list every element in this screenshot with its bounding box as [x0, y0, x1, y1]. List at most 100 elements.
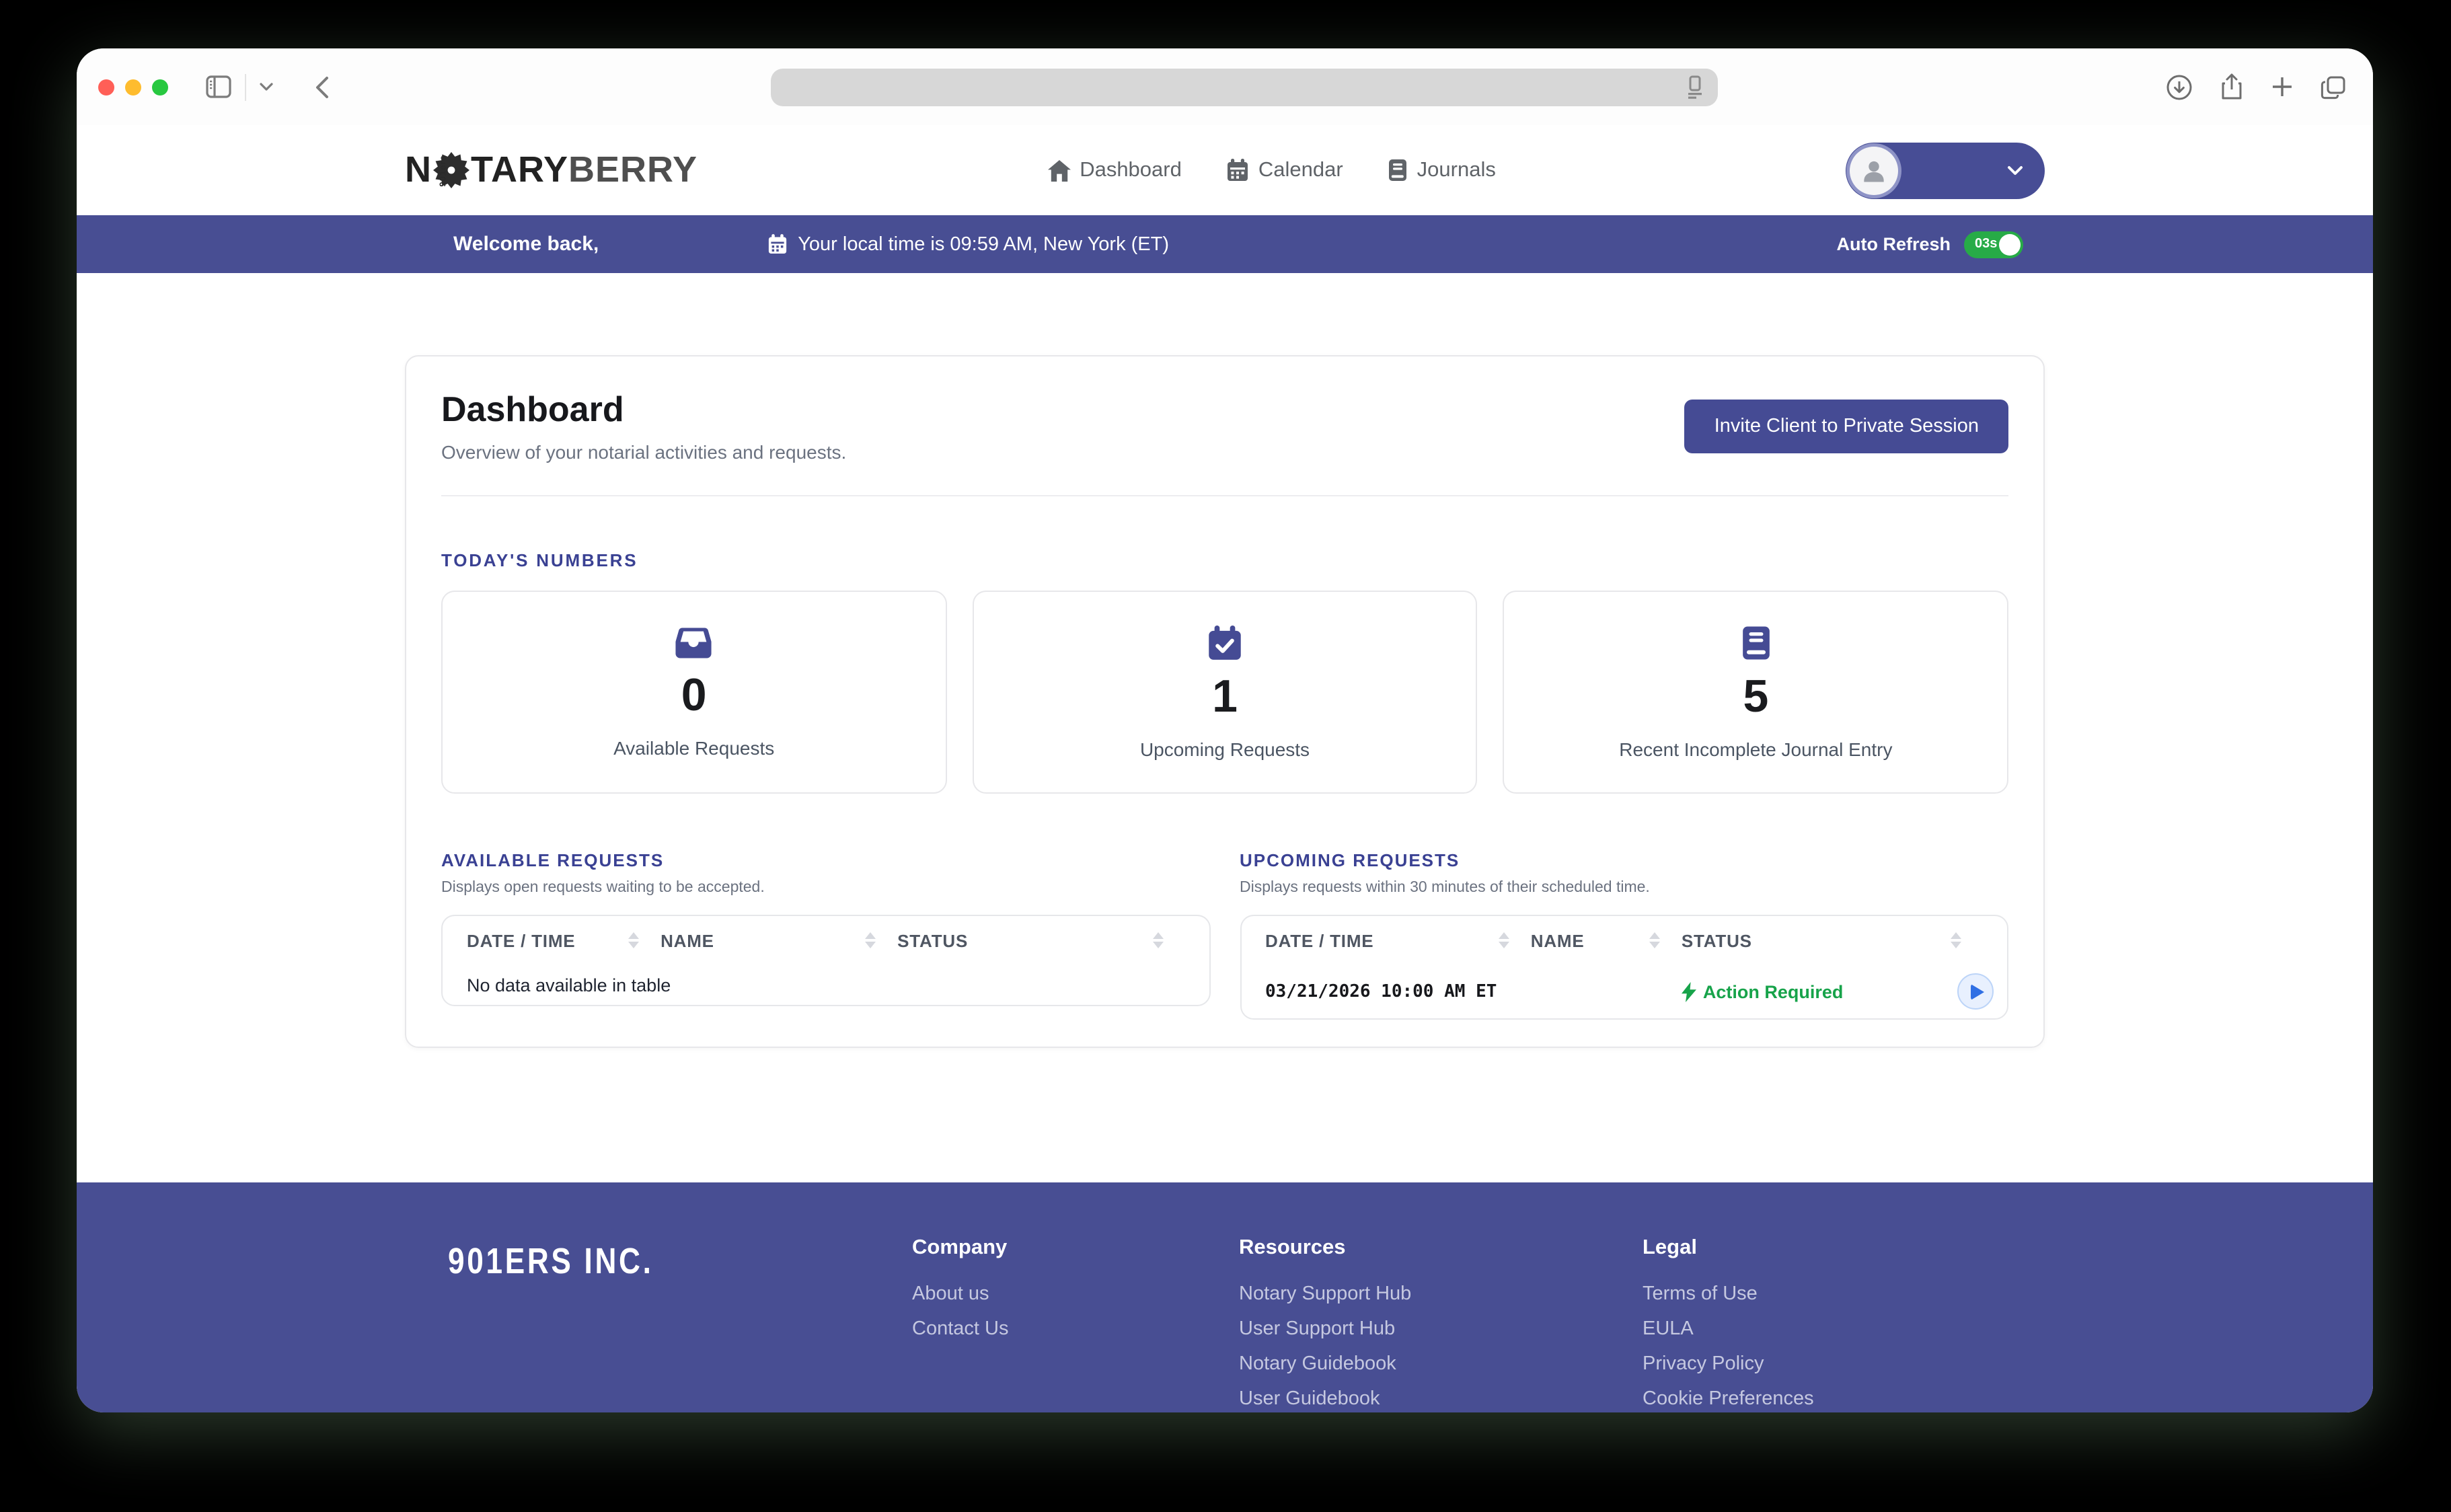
stat-value: 5	[1743, 673, 1768, 719]
footer-link-terms-of-use[interactable]: Terms of Use	[1643, 1285, 1814, 1303]
new-tab-icon[interactable]	[2271, 75, 2294, 98]
tab-overview-icon[interactable]	[2321, 75, 2346, 99]
divider	[441, 495, 2008, 496]
auto-refresh-interval: 03s	[1975, 236, 1997, 251]
upcoming-requests-section: UPCOMING REQUESTS Displays requests with…	[1240, 850, 2008, 1020]
stat-label: Available Requests	[613, 736, 774, 758]
footer-link-notary-guidebook[interactable]: Notary Guidebook	[1239, 1355, 1411, 1373]
journals-icon	[1389, 159, 1408, 182]
play-icon	[1970, 983, 1984, 999]
calendar-white-icon	[768, 234, 787, 254]
sort-icon	[1152, 932, 1163, 948]
table-row: 03/21/2026 10:00 AM ET Action Required	[1241, 965, 2007, 1018]
footer-link-contact-us[interactable]: Contact Us	[912, 1320, 1008, 1338]
stat-value: 1	[1212, 673, 1238, 719]
nav-label: Dashboard	[1080, 158, 1182, 182]
footer-column-title: Company	[912, 1236, 1008, 1260]
dashboard-card: Dashboard Overview of your notarial acti…	[405, 355, 2045, 1048]
column-label: DATE / TIME	[467, 930, 575, 950]
screen: N 901ers TARYBERRY	[0, 0, 2451, 1512]
share-icon[interactable]	[2220, 73, 2244, 101]
chevron-down-icon[interactable]	[260, 82, 273, 91]
nav-item-journals[interactable]: Journals	[1389, 158, 1496, 182]
page-footer: 901ERS INC. Company About us Contact Us …	[77, 1182, 2373, 1412]
lightning-icon	[1682, 981, 1696, 1001]
footer-link-cookie-preferences[interactable]: Cookie Preferences	[1643, 1390, 1814, 1408]
footer-link-user-guidebook[interactable]: User Guidebook	[1239, 1390, 1411, 1408]
chevron-down-icon	[2007, 165, 2023, 176]
close-window-button[interactable]	[98, 79, 114, 95]
logo-part2: TARY	[471, 149, 568, 191]
back-icon[interactable]	[313, 75, 330, 99]
footer-link-about-us[interactable]: About us	[912, 1285, 1008, 1303]
sort-icon	[1499, 932, 1509, 948]
footer-link-user-support-hub[interactable]: User Support Hub	[1239, 1320, 1411, 1338]
column-header-name[interactable]: NAME	[1531, 930, 1682, 950]
stat-incomplete-journal: 5 Recent Incomplete Journal Entry	[1503, 591, 2008, 794]
column-label: DATE / TIME	[1265, 930, 1373, 950]
home-icon	[1047, 159, 1070, 181]
footer-column-legal: Legal Terms of Use EULA Privacy Policy C…	[1643, 1236, 1814, 1408]
footer-column-resources: Resources Notary Support Hub User Suppor…	[1239, 1236, 1411, 1408]
stat-upcoming-requests: 1 Upcoming Requests	[972, 591, 1477, 794]
column-label: STATUS	[1682, 930, 1752, 950]
nav-item-calendar[interactable]: Calendar	[1228, 158, 1343, 182]
nav-item-dashboard[interactable]: Dashboard	[1047, 158, 1182, 182]
join-session-button[interactable]	[1957, 973, 1994, 1010]
column-header-date-time[interactable]: DATE / TIME	[1265, 930, 1531, 950]
status-text: Action Required	[1703, 981, 1844, 1001]
logo-part1: N	[405, 149, 432, 191]
upcoming-requests-description: Displays requests within 30 minutes of t…	[1240, 880, 2008, 896]
column-header-status[interactable]: STATUS	[1682, 930, 1983, 950]
available-requests-title: AVAILABLE REQUESTS	[441, 850, 1210, 870]
sidebar-toggle-icon[interactable]	[206, 75, 231, 98]
stat-available-requests: 0 Available Requests	[441, 591, 946, 794]
column-header-name[interactable]: NAME	[661, 930, 897, 950]
request-date-time: 03/21/2026 10:00 AM ET	[1265, 981, 1531, 1001]
page-title: Dashboard	[441, 389, 846, 430]
local-time-text: Your local time is 09:59 AM, New York (E…	[798, 233, 1169, 255]
traffic-lights	[98, 79, 168, 95]
page-subtitle: Overview of your notarial activities and…	[441, 441, 846, 463]
logo-part3: BERRY	[568, 149, 697, 191]
notaryberry-logo[interactable]: N 901ers TARYBERRY	[405, 149, 697, 191]
zoom-window-button[interactable]	[152, 79, 168, 95]
main-content: Dashboard Overview of your notarial acti…	[77, 355, 2373, 1182]
column-label: STATUS	[897, 930, 968, 950]
column-header-status[interactable]: STATUS	[897, 930, 1184, 950]
stat-label: Recent Incomplete Journal Entry	[1619, 738, 1892, 759]
download-icon[interactable]	[2166, 73, 2193, 100]
invite-client-button[interactable]: Invite Client to Private Session	[1685, 400, 2008, 453]
footer-column-title: Resources	[1239, 1236, 1411, 1260]
logo-vertical-text: 901ers	[439, 154, 449, 186]
upcoming-requests-table: DATE / TIME NAME STATUS	[1240, 915, 2008, 1020]
footer-link-notary-support-hub[interactable]: Notary Support Hub	[1239, 1285, 1411, 1303]
browser-window: N 901ers TARYBERRY	[77, 48, 2373, 1412]
user-avatar-icon	[1850, 146, 1898, 194]
site-header: N 901ers TARYBERRY	[77, 125, 2373, 215]
stat-cards: 0 Available Requests 1 Upcoming Requests	[441, 591, 2008, 794]
available-requests-table: DATE / TIME NAME STATUS	[441, 915, 1210, 1006]
reader-icon[interactable]	[1684, 75, 1704, 100]
inbox-icon	[676, 626, 712, 658]
footer-link-eula[interactable]: EULA	[1643, 1320, 1814, 1338]
footer-column-company: Company About us Contact Us	[912, 1236, 1008, 1338]
calendar-check-icon	[1208, 625, 1242, 660]
minimize-window-button[interactable]	[125, 79, 141, 95]
journal-book-icon	[1741, 625, 1770, 660]
calendar-icon	[1228, 159, 1249, 182]
auto-refresh-label: Auto Refresh	[1836, 234, 1951, 254]
column-label: NAME	[1531, 930, 1585, 950]
auto-refresh-toggle[interactable]: 03s	[1964, 231, 2023, 258]
user-menu[interactable]	[1846, 142, 2045, 198]
footer-link-privacy-policy[interactable]: Privacy Policy	[1643, 1355, 1814, 1373]
footer-column-title: Legal	[1643, 1236, 1814, 1260]
stat-value: 0	[681, 672, 707, 718]
sort-icon	[865, 932, 876, 948]
main-nav: Dashboard Calendar	[1047, 158, 1496, 182]
column-header-date-time[interactable]: DATE / TIME	[467, 930, 661, 950]
footer-brand: 901ERS INC.	[448, 1242, 654, 1284]
greeting-text: Welcome back,	[453, 233, 599, 256]
stat-label: Upcoming Requests	[1140, 738, 1310, 759]
address-bar[interactable]	[771, 69, 1718, 106]
